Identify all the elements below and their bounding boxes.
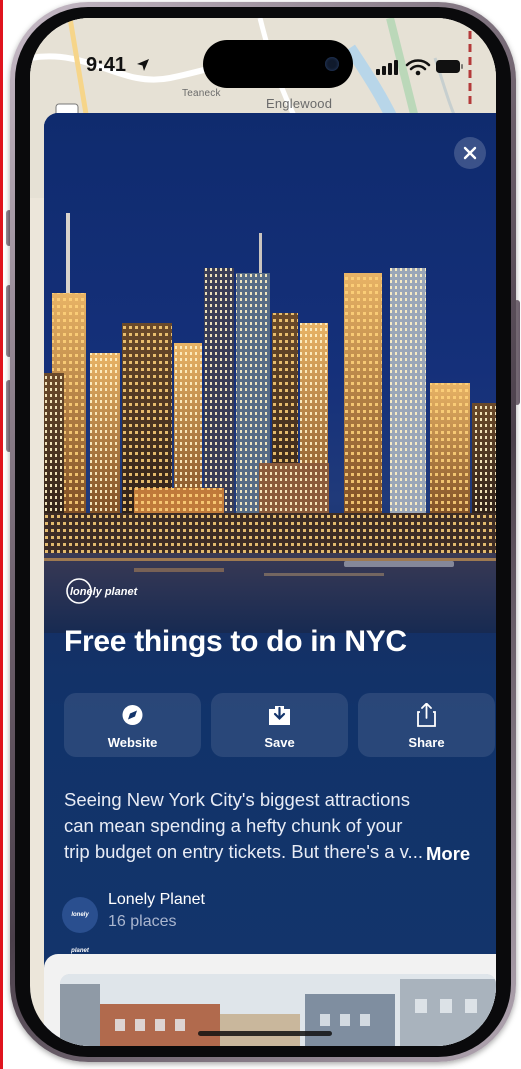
cellular-signal-icon — [376, 60, 398, 75]
save-download-icon — [269, 706, 290, 725]
share-label: Share — [408, 735, 445, 750]
front-camera — [325, 57, 339, 71]
status-icons — [376, 59, 463, 76]
close-icon — [463, 146, 477, 160]
guide-source[interactable]: lonely planet Lonely Planet 16 places — [62, 891, 362, 954]
close-button[interactable] — [454, 137, 486, 169]
guide-title: Free things to do in NYC — [64, 625, 407, 658]
website-label: Website — [107, 735, 158, 750]
location-arrow-icon — [137, 59, 149, 71]
wifi-icon — [405, 59, 431, 76]
share-icon — [417, 703, 436, 727]
home-indicator — [198, 1031, 332, 1036]
save-label: Save — [264, 735, 295, 750]
svg-text:lonely planet: lonely planet — [70, 586, 139, 598]
status-bar: 9:41 — [30, 18, 496, 98]
more-link[interactable]: More — [426, 843, 470, 865]
map-label-englewood: Englewood — [266, 96, 333, 111]
guide-sheet: lonely planet Free things to do in NYC W… — [44, 113, 496, 1046]
guide-description: Seeing New York City's biggest attractio… — [64, 789, 423, 862]
compass-icon — [122, 705, 143, 725]
publisher-avatar: lonely planet — [62, 897, 98, 954]
action-buttons: Website Save Share — [64, 693, 495, 757]
phone-screen: Teaneck Englewood 9:41 lonely planet Fre… — [30, 18, 496, 1046]
nyc-skyline-photo — [44, 213, 496, 633]
share-button[interactable]: Share — [358, 693, 495, 757]
save-button[interactable]: Save — [211, 693, 348, 757]
lonely-planet-logo: lonely planet — [66, 578, 139, 604]
dynamic-island — [203, 40, 353, 88]
publisher-name: Lonely Planet — [108, 891, 205, 908]
website-button[interactable]: Website — [64, 693, 201, 757]
battery-icon — [436, 60, 463, 73]
left-edge-marker — [0, 0, 3, 1069]
status-time: 9:41 — [86, 54, 127, 76]
places-count: 16 places — [108, 913, 177, 930]
